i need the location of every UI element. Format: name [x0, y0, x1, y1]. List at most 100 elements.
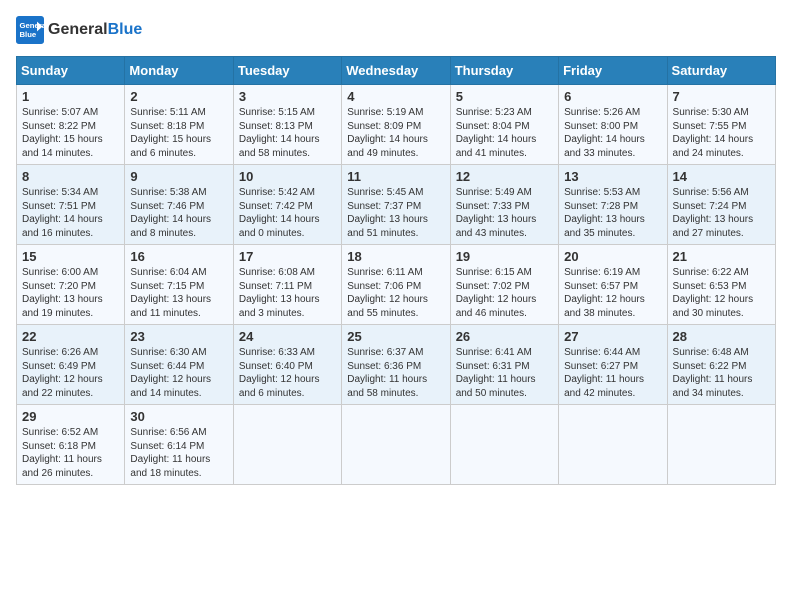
day-info: Sunrise: 5:23 AM Sunset: 8:04 PM Dayligh…	[456, 106, 553, 160]
calendar-cell: 17 Sunrise: 6:08 AM Sunset: 7:11 PM Dayl…	[233, 245, 341, 325]
day-number: 25	[347, 329, 444, 344]
day-number: 1	[22, 89, 119, 104]
day-number: 23	[130, 329, 227, 344]
weekday-header-monday: Monday	[125, 57, 233, 85]
calendar-cell: 2 Sunrise: 5:11 AM Sunset: 8:18 PM Dayli…	[125, 85, 233, 165]
weekday-header-thursday: Thursday	[450, 57, 558, 85]
calendar-cell: 27 Sunrise: 6:44 AM Sunset: 6:27 PM Dayl…	[559, 325, 667, 405]
calendar-cell: 5 Sunrise: 5:23 AM Sunset: 8:04 PM Dayli…	[450, 85, 558, 165]
calendar-cell: 4 Sunrise: 5:19 AM Sunset: 8:09 PM Dayli…	[342, 85, 450, 165]
day-info: Sunrise: 5:30 AM Sunset: 7:55 PM Dayligh…	[673, 106, 770, 160]
day-number: 22	[22, 329, 119, 344]
day-number: 12	[456, 169, 553, 184]
calendar-cell	[342, 405, 450, 485]
day-number: 20	[564, 249, 661, 264]
weekday-header-saturday: Saturday	[667, 57, 775, 85]
svg-text:Blue: Blue	[20, 30, 37, 39]
day-info: Sunrise: 6:08 AM Sunset: 7:11 PM Dayligh…	[239, 266, 336, 320]
day-number: 3	[239, 89, 336, 104]
day-number: 21	[673, 249, 770, 264]
calendar-cell: 9 Sunrise: 5:38 AM Sunset: 7:46 PM Dayli…	[125, 165, 233, 245]
calendar-cell: 8 Sunrise: 5:34 AM Sunset: 7:51 PM Dayli…	[17, 165, 125, 245]
day-number: 28	[673, 329, 770, 344]
day-info: Sunrise: 5:34 AM Sunset: 7:51 PM Dayligh…	[22, 186, 119, 240]
day-number: 14	[673, 169, 770, 184]
calendar-cell	[233, 405, 341, 485]
day-info: Sunrise: 6:44 AM Sunset: 6:27 PM Dayligh…	[564, 346, 661, 400]
calendar-cell: 24 Sunrise: 6:33 AM Sunset: 6:40 PM Dayl…	[233, 325, 341, 405]
weekday-header-friday: Friday	[559, 57, 667, 85]
day-info: Sunrise: 6:11 AM Sunset: 7:06 PM Dayligh…	[347, 266, 444, 320]
day-info: Sunrise: 5:19 AM Sunset: 8:09 PM Dayligh…	[347, 106, 444, 160]
day-info: Sunrise: 6:19 AM Sunset: 6:57 PM Dayligh…	[564, 266, 661, 320]
calendar-cell: 7 Sunrise: 5:30 AM Sunset: 7:55 PM Dayli…	[667, 85, 775, 165]
day-info: Sunrise: 6:04 AM Sunset: 7:15 PM Dayligh…	[130, 266, 227, 320]
calendar-cell: 30 Sunrise: 6:56 AM Sunset: 6:14 PM Dayl…	[125, 405, 233, 485]
weekday-header-wednesday: Wednesday	[342, 57, 450, 85]
day-number: 27	[564, 329, 661, 344]
page-header: General Blue GeneralBlue	[16, 16, 776, 44]
day-number: 9	[130, 169, 227, 184]
day-number: 24	[239, 329, 336, 344]
day-number: 18	[347, 249, 444, 264]
calendar-cell	[450, 405, 558, 485]
calendar-cell: 1 Sunrise: 5:07 AM Sunset: 8:22 PM Dayli…	[17, 85, 125, 165]
calendar-cell: 18 Sunrise: 6:11 AM Sunset: 7:06 PM Dayl…	[342, 245, 450, 325]
calendar-cell: 29 Sunrise: 6:52 AM Sunset: 6:18 PM Dayl…	[17, 405, 125, 485]
day-info: Sunrise: 6:41 AM Sunset: 6:31 PM Dayligh…	[456, 346, 553, 400]
calendar-cell: 12 Sunrise: 5:49 AM Sunset: 7:33 PM Dayl…	[450, 165, 558, 245]
calendar-cell: 25 Sunrise: 6:37 AM Sunset: 6:36 PM Dayl…	[342, 325, 450, 405]
calendar-cell: 19 Sunrise: 6:15 AM Sunset: 7:02 PM Dayl…	[450, 245, 558, 325]
day-info: Sunrise: 5:11 AM Sunset: 8:18 PM Dayligh…	[130, 106, 227, 160]
day-info: Sunrise: 5:15 AM Sunset: 8:13 PM Dayligh…	[239, 106, 336, 160]
day-number: 30	[130, 409, 227, 424]
logo-text: GeneralBlue	[48, 20, 142, 39]
calendar-cell: 13 Sunrise: 5:53 AM Sunset: 7:28 PM Dayl…	[559, 165, 667, 245]
day-info: Sunrise: 6:33 AM Sunset: 6:40 PM Dayligh…	[239, 346, 336, 400]
day-number: 5	[456, 89, 553, 104]
calendar-cell: 6 Sunrise: 5:26 AM Sunset: 8:00 PM Dayli…	[559, 85, 667, 165]
calendar-cell: 28 Sunrise: 6:48 AM Sunset: 6:22 PM Dayl…	[667, 325, 775, 405]
day-info: Sunrise: 5:45 AM Sunset: 7:37 PM Dayligh…	[347, 186, 444, 240]
day-info: Sunrise: 6:56 AM Sunset: 6:14 PM Dayligh…	[130, 426, 227, 480]
day-info: Sunrise: 5:42 AM Sunset: 7:42 PM Dayligh…	[239, 186, 336, 240]
day-number: 16	[130, 249, 227, 264]
day-number: 4	[347, 89, 444, 104]
calendar-cell: 3 Sunrise: 5:15 AM Sunset: 8:13 PM Dayli…	[233, 85, 341, 165]
logo-icon: General Blue	[16, 16, 44, 44]
day-info: Sunrise: 6:30 AM Sunset: 6:44 PM Dayligh…	[130, 346, 227, 400]
day-number: 29	[22, 409, 119, 424]
calendar-cell	[667, 405, 775, 485]
day-number: 7	[673, 89, 770, 104]
day-info: Sunrise: 6:26 AM Sunset: 6:49 PM Dayligh…	[22, 346, 119, 400]
calendar-cell: 23 Sunrise: 6:30 AM Sunset: 6:44 PM Dayl…	[125, 325, 233, 405]
calendar-cell: 20 Sunrise: 6:19 AM Sunset: 6:57 PM Dayl…	[559, 245, 667, 325]
day-info: Sunrise: 6:52 AM Sunset: 6:18 PM Dayligh…	[22, 426, 119, 480]
day-number: 11	[347, 169, 444, 184]
day-number: 15	[22, 249, 119, 264]
calendar-cell: 10 Sunrise: 5:42 AM Sunset: 7:42 PM Dayl…	[233, 165, 341, 245]
calendar-cell: 14 Sunrise: 5:56 AM Sunset: 7:24 PM Dayl…	[667, 165, 775, 245]
day-number: 17	[239, 249, 336, 264]
calendar-cell: 11 Sunrise: 5:45 AM Sunset: 7:37 PM Dayl…	[342, 165, 450, 245]
day-info: Sunrise: 6:22 AM Sunset: 6:53 PM Dayligh…	[673, 266, 770, 320]
calendar-cell: 21 Sunrise: 6:22 AM Sunset: 6:53 PM Dayl…	[667, 245, 775, 325]
day-number: 2	[130, 89, 227, 104]
weekday-header-sunday: Sunday	[17, 57, 125, 85]
day-info: Sunrise: 6:00 AM Sunset: 7:20 PM Dayligh…	[22, 266, 119, 320]
day-number: 19	[456, 249, 553, 264]
calendar-cell: 15 Sunrise: 6:00 AM Sunset: 7:20 PM Dayl…	[17, 245, 125, 325]
day-info: Sunrise: 6:48 AM Sunset: 6:22 PM Dayligh…	[673, 346, 770, 400]
calendar-cell	[559, 405, 667, 485]
day-info: Sunrise: 5:49 AM Sunset: 7:33 PM Dayligh…	[456, 186, 553, 240]
day-info: Sunrise: 6:15 AM Sunset: 7:02 PM Dayligh…	[456, 266, 553, 320]
calendar-table: SundayMondayTuesdayWednesdayThursdayFrid…	[16, 56, 776, 485]
day-info: Sunrise: 5:38 AM Sunset: 7:46 PM Dayligh…	[130, 186, 227, 240]
calendar-cell: 22 Sunrise: 6:26 AM Sunset: 6:49 PM Dayl…	[17, 325, 125, 405]
day-number: 13	[564, 169, 661, 184]
day-info: Sunrise: 5:56 AM Sunset: 7:24 PM Dayligh…	[673, 186, 770, 240]
day-info: Sunrise: 5:53 AM Sunset: 7:28 PM Dayligh…	[564, 186, 661, 240]
day-number: 8	[22, 169, 119, 184]
day-number: 6	[564, 89, 661, 104]
day-info: Sunrise: 5:26 AM Sunset: 8:00 PM Dayligh…	[564, 106, 661, 160]
